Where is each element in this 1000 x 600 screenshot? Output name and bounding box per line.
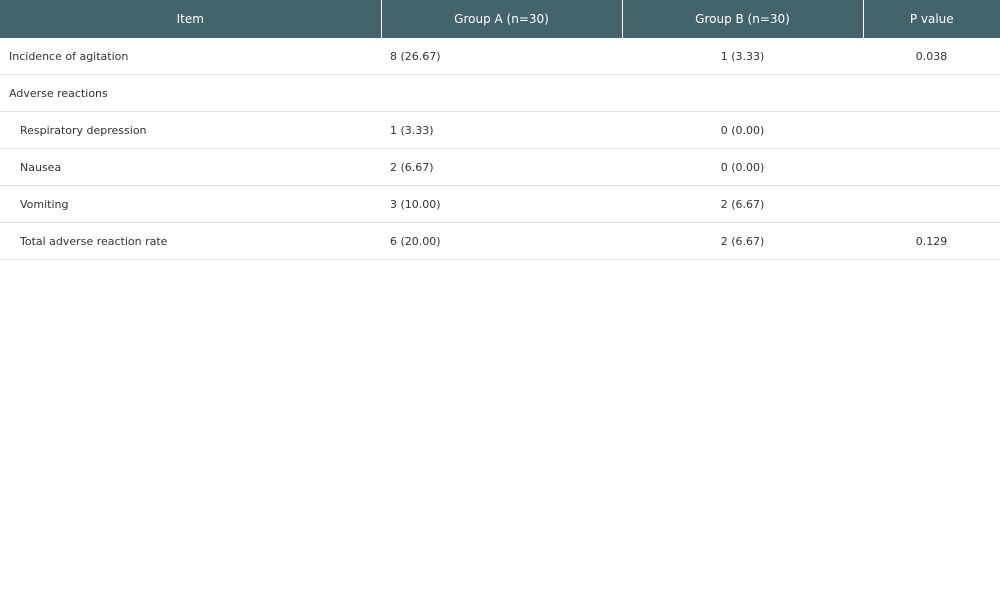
p-value-cell: 0.038 [863,38,1000,75]
table-row: Total adverse reaction rate 6 (20.00) 2 … [0,222,1000,260]
item-cell: Vomiting [0,185,381,223]
header-item: Item [0,0,381,38]
group-b-cell: 2 (6.67) [622,185,863,223]
table-row: Vomiting 3 (10.00) 2 (6.67) [0,185,1000,223]
item-cell: Total adverse reaction rate [0,222,381,260]
header-row: Item Group A (n=30) Group B (n=30) P val… [0,0,1000,38]
group-b-cell: 1 (3.33) [622,38,863,75]
group-a-cell [381,74,622,112]
item-cell: Incidence of agitation [0,38,381,75]
p-value-cell [863,185,1000,223]
header-p-value: P value [862,0,1000,38]
group-b-cell [622,74,863,112]
p-value-cell [863,74,1000,112]
table-row: Nausea 2 (6.67) 0 (0.00) [0,148,1000,186]
group-b-cell: 0 (0.00) [622,111,863,149]
group-b-cell: 0 (0.00) [622,148,863,186]
item-cell: Nausea [0,148,381,186]
table-row: Incidence of agitation 8 (26.67) 1 (3.33… [0,38,1000,75]
table-row: Adverse reactions [0,74,1000,112]
item-cell: Respiratory depression [0,111,381,149]
table-body: Incidence of agitation 8 (26.67) 1 (3.33… [0,38,1000,260]
p-value-cell [863,111,1000,149]
p-value-cell [863,148,1000,186]
group-b-cell: 2 (6.67) [622,222,863,260]
header-group-b: Group B (n=30) [621,0,863,38]
group-a-cell: 8 (26.67) [381,38,622,75]
group-a-cell: 6 (20.00) [381,222,622,260]
group-a-cell: 2 (6.67) [381,148,622,186]
item-cell: Adverse reactions [0,74,381,112]
group-a-cell: 1 (3.33) [381,111,622,149]
p-value-cell: 0.129 [863,222,1000,260]
table-row: Respiratory depression 1 (3.33) 0 (0.00) [0,111,1000,149]
results-table: Item Group A (n=30) Group B (n=30) P val… [0,0,1000,260]
group-a-cell: 3 (10.00) [381,185,622,223]
header-group-a: Group A (n=30) [380,0,622,38]
table-header: Item Group A (n=30) Group B (n=30) P val… [0,0,1000,38]
